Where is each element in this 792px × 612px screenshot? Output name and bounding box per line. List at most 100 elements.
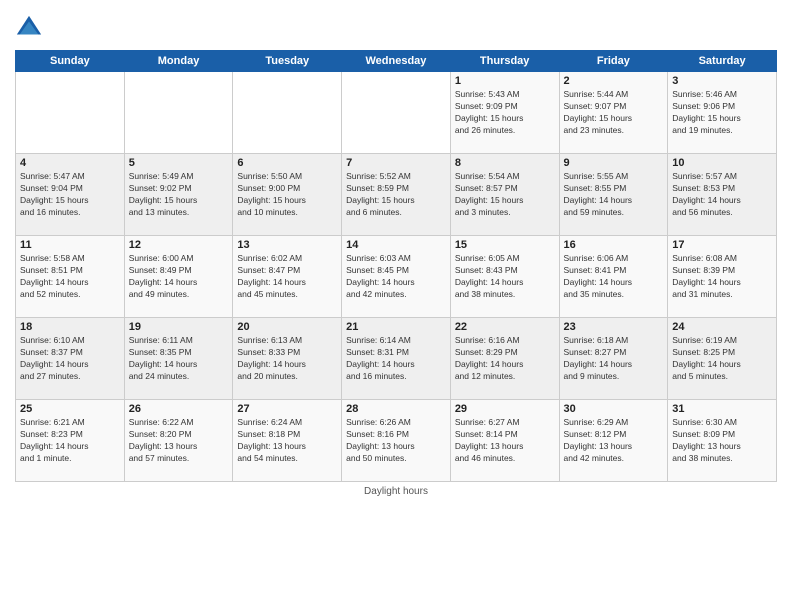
day-number: 29 <box>455 403 555 415</box>
cell-info: Sunrise: 6:05 AM Sunset: 8:43 PM Dayligh… <box>455 253 555 301</box>
header <box>15 10 777 42</box>
cell-info: Sunrise: 5:54 AM Sunset: 8:57 PM Dayligh… <box>455 171 555 219</box>
cell-info: Sunrise: 6:26 AM Sunset: 8:16 PM Dayligh… <box>346 417 446 465</box>
week-row-5: 25 Sunrise: 6:21 AM Sunset: 8:23 PM Dayli… <box>16 400 777 482</box>
day-number: 6 <box>237 157 337 169</box>
calendar-cell: 10 Sunrise: 5:57 AM Sunset: 8:53 PM Dayli… <box>668 154 777 236</box>
calendar-cell: 30Sunrise: 6:29 AM Sunset: 8:12 PM Dayli… <box>559 400 668 482</box>
day-number: 28 <box>346 403 446 415</box>
calendar-cell: 20 Sunrise: 6:13 AM Sunset: 8:33 PM Dayli… <box>233 318 342 400</box>
cell-info: Sunrise: 5:49 AM Sunset: 9:02 PM Dayligh… <box>129 171 229 219</box>
calendar-cell <box>342 72 451 154</box>
day-number: 5 <box>129 157 229 169</box>
calendar-cell: 24 Sunrise: 6:19 AM Sunset: 8:25 PM Dayli… <box>668 318 777 400</box>
day-number: 1 <box>455 75 555 87</box>
cell-info: Sunrise: 6:27 AM Sunset: 8:14 PM Dayligh… <box>455 417 555 465</box>
day-number: 18 <box>20 321 120 333</box>
cell-info: Sunrise: 6:11 AM Sunset: 8:35 PM Dayligh… <box>129 335 229 383</box>
calendar-cell: 23 Sunrise: 6:18 AM Sunset: 8:27 PM Dayli… <box>559 318 668 400</box>
calendar-cell: 26Sunrise: 6:22 AM Sunset: 8:20 PM Dayli… <box>124 400 233 482</box>
cell-info: Sunrise: 6:16 AM Sunset: 8:29 PM Dayligh… <box>455 335 555 383</box>
day-header-thursday: Thursday <box>450 51 559 72</box>
week-row-1: 1 Sunrise: 5:43 AM Sunset: 9:09 PM Daylig… <box>16 72 777 154</box>
cell-info: Sunrise: 6:00 AM Sunset: 8:49 PM Dayligh… <box>129 253 229 301</box>
calendar-cell: 17 Sunrise: 6:08 AM Sunset: 8:39 PM Dayli… <box>668 236 777 318</box>
day-number: 4 <box>20 157 120 169</box>
calendar-cell: 27Sunrise: 6:24 AM Sunset: 8:18 PM Dayli… <box>233 400 342 482</box>
cell-info: Sunrise: 5:58 AM Sunset: 8:51 PM Dayligh… <box>20 253 120 301</box>
day-number: 13 <box>237 239 337 251</box>
day-number: 11 <box>20 239 120 251</box>
calendar-cell: 29 Sunrise: 6:27 AM Sunset: 8:14 PM Dayli… <box>450 400 559 482</box>
cell-info: Sunrise: 5:57 AM Sunset: 8:53 PM Dayligh… <box>672 171 772 219</box>
calendar-cell: 3 Sunrise: 5:46 AM Sunset: 9:06 PM Daylig… <box>668 72 777 154</box>
cell-info: Sunrise: 6:06 AM Sunset: 8:41 PM Dayligh… <box>564 253 664 301</box>
cell-info: Sunrise: 6:24 AM Sunset: 8:18 PM Dayligh… <box>237 417 337 465</box>
calendar-cell: 7 Sunrise: 5:52 AM Sunset: 8:59 PM Daylig… <box>342 154 451 236</box>
day-number: 23 <box>564 321 664 333</box>
page: SundayMondayTuesdayWednesdayThursdayFrid… <box>0 0 792 507</box>
day-number: 30 <box>564 403 664 415</box>
calendar-cell: 12 Sunrise: 6:00 AM Sunset: 8:49 PM Dayli… <box>124 236 233 318</box>
day-header-tuesday: Tuesday <box>233 51 342 72</box>
cell-info: Sunrise: 6:30 AM Sunset: 8:09 PM Dayligh… <box>672 417 772 465</box>
cell-info: Sunrise: 5:43 AM Sunset: 9:09 PM Dayligh… <box>455 89 555 137</box>
week-row-4: 18 Sunrise: 6:10 AM Sunset: 8:37 PM Dayli… <box>16 318 777 400</box>
cell-info: Sunrise: 6:13 AM Sunset: 8:33 PM Dayligh… <box>237 335 337 383</box>
calendar-cell: 22 Sunrise: 6:16 AM Sunset: 8:29 PM Dayli… <box>450 318 559 400</box>
day-number: 7 <box>346 157 446 169</box>
cell-info: Sunrise: 6:14 AM Sunset: 8:31 PM Dayligh… <box>346 335 446 383</box>
footer-note: Daylight hours <box>15 486 777 497</box>
day-number: 15 <box>455 239 555 251</box>
day-number: 25 <box>20 403 120 415</box>
day-number: 10 <box>672 157 772 169</box>
day-number: 20 <box>237 321 337 333</box>
calendar-cell: 15 Sunrise: 6:05 AM Sunset: 8:43 PM Dayli… <box>450 236 559 318</box>
calendar-cell: 21 Sunrise: 6:14 AM Sunset: 8:31 PM Dayli… <box>342 318 451 400</box>
calendar-cell <box>16 72 125 154</box>
calendar-cell: 18 Sunrise: 6:10 AM Sunset: 8:37 PM Dayli… <box>16 318 125 400</box>
day-header-monday: Monday <box>124 51 233 72</box>
day-header-wednesday: Wednesday <box>342 51 451 72</box>
calendar-cell: 25 Sunrise: 6:21 AM Sunset: 8:23 PM Dayli… <box>16 400 125 482</box>
cell-info: Sunrise: 6:18 AM Sunset: 8:27 PM Dayligh… <box>564 335 664 383</box>
calendar-cell <box>233 72 342 154</box>
cell-info: Sunrise: 6:08 AM Sunset: 8:39 PM Dayligh… <box>672 253 772 301</box>
cell-info: Sunrise: 5:47 AM Sunset: 9:04 PM Dayligh… <box>20 171 120 219</box>
cell-info: Sunrise: 5:52 AM Sunset: 8:59 PM Dayligh… <box>346 171 446 219</box>
day-number: 21 <box>346 321 446 333</box>
calendar-cell: 2Sunrise: 5:44 AM Sunset: 9:07 PM Daylig… <box>559 72 668 154</box>
calendar-header: SundayMondayTuesdayWednesdayThursdayFrid… <box>16 51 777 72</box>
day-number: 22 <box>455 321 555 333</box>
day-number: 2 <box>564 75 664 87</box>
day-number: 31 <box>672 403 772 415</box>
calendar-cell: 4 Sunrise: 5:47 AM Sunset: 9:04 PM Daylig… <box>16 154 125 236</box>
week-row-2: 4 Sunrise: 5:47 AM Sunset: 9:04 PM Daylig… <box>16 154 777 236</box>
calendar-cell: 19 Sunrise: 6:11 AM Sunset: 8:35 PM Dayli… <box>124 318 233 400</box>
calendar-body: 1 Sunrise: 5:43 AM Sunset: 9:09 PM Daylig… <box>16 72 777 482</box>
cell-info: Sunrise: 5:55 AM Sunset: 8:55 PM Dayligh… <box>564 171 664 219</box>
calendar-cell: 5 Sunrise: 5:49 AM Sunset: 9:02 PM Daylig… <box>124 154 233 236</box>
calendar-cell: 14Sunrise: 6:03 AM Sunset: 8:45 PM Dayli… <box>342 236 451 318</box>
day-number: 3 <box>672 75 772 87</box>
cell-info: Sunrise: 5:50 AM Sunset: 9:00 PM Dayligh… <box>237 171 337 219</box>
calendar-cell: 13 Sunrise: 6:02 AM Sunset: 8:47 PM Dayli… <box>233 236 342 318</box>
calendar-cell: 8Sunrise: 5:54 AM Sunset: 8:57 PM Daylig… <box>450 154 559 236</box>
calendar-cell: 1 Sunrise: 5:43 AM Sunset: 9:09 PM Daylig… <box>450 72 559 154</box>
day-number: 17 <box>672 239 772 251</box>
day-number: 19 <box>129 321 229 333</box>
calendar-cell: 16 Sunrise: 6:06 AM Sunset: 8:41 PM Dayli… <box>559 236 668 318</box>
header-row: SundayMondayTuesdayWednesdayThursdayFrid… <box>16 51 777 72</box>
day-number: 16 <box>564 239 664 251</box>
cell-info: Sunrise: 6:02 AM Sunset: 8:47 PM Dayligh… <box>237 253 337 301</box>
cell-info: Sunrise: 6:03 AM Sunset: 8:45 PM Dayligh… <box>346 253 446 301</box>
cell-info: Sunrise: 6:19 AM Sunset: 8:25 PM Dayligh… <box>672 335 772 383</box>
cell-info: Sunrise: 6:10 AM Sunset: 8:37 PM Dayligh… <box>20 335 120 383</box>
cell-info: Sunrise: 6:21 AM Sunset: 8:23 PM Dayligh… <box>20 417 120 465</box>
calendar-cell: 11 Sunrise: 5:58 AM Sunset: 8:51 PM Dayli… <box>16 236 125 318</box>
day-number: 24 <box>672 321 772 333</box>
day-number: 12 <box>129 239 229 251</box>
cell-info: Sunrise: 6:22 AM Sunset: 8:20 PM Dayligh… <box>129 417 229 465</box>
cell-info: Sunrise: 5:46 AM Sunset: 9:06 PM Dayligh… <box>672 89 772 137</box>
calendar-cell: 28 Sunrise: 6:26 AM Sunset: 8:16 PM Dayli… <box>342 400 451 482</box>
